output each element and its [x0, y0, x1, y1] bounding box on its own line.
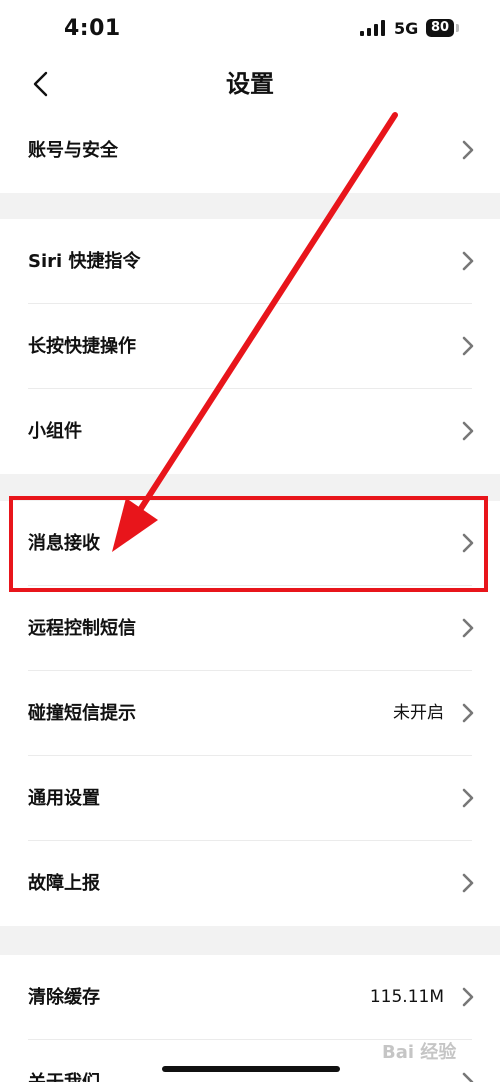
chevron-right-icon [462, 788, 474, 808]
settings-group-shortcuts: Siri 快捷指令 长按快捷操作 小组件 [0, 219, 500, 474]
settings-row-remote-control-sms[interactable]: 远程控制短信 [0, 586, 500, 671]
chevron-right-icon [462, 140, 474, 160]
row-label: 长按快捷操作 [28, 336, 136, 357]
chevron-right-icon [462, 703, 474, 723]
row-label: 关于我们 [28, 1040, 100, 1082]
chevron-right-icon [462, 987, 474, 1007]
row-label: 账号与安全 [28, 140, 118, 161]
chevron-right-icon [462, 336, 474, 356]
settings-group-messages: 消息接收 远程控制短信 碰撞短信提示 未开启 通用设置 故障上报 [0, 501, 500, 926]
battery-tip [456, 24, 459, 32]
row-label: 远程控制短信 [28, 618, 136, 639]
watermark: Bai 经验 [382, 1042, 457, 1063]
chevron-right-icon [462, 873, 474, 893]
row-label: Siri 快捷指令 [28, 251, 141, 272]
status-bar: 4:01 5G 80 [0, 0, 500, 58]
chevron-right-icon [462, 421, 474, 441]
settings-row-message-receiving[interactable]: 消息接收 [0, 501, 500, 586]
chevron-right-icon [462, 1072, 474, 1082]
battery-icon: 80 [426, 19, 454, 37]
row-label: 消息接收 [28, 533, 100, 554]
chevron-right-icon [462, 533, 474, 553]
settings-row-widgets[interactable]: 小组件 [0, 389, 500, 474]
row-label: 通用设置 [28, 788, 100, 809]
row-label: 清除缓存 [28, 987, 100, 1008]
settings-row-collision-sms-alert[interactable]: 碰撞短信提示 未开启 [0, 671, 500, 756]
signal-icon [360, 20, 386, 36]
settings-row-fault-report[interactable]: 故障上报 [0, 841, 500, 926]
chevron-right-icon [462, 251, 474, 271]
row-label: 碰撞短信提示 [28, 703, 136, 724]
settings-row-siri-shortcuts[interactable]: Siri 快捷指令 [0, 219, 500, 304]
network-label: 5G [394, 19, 419, 38]
nav-bar: 设置 [0, 58, 500, 108]
settings-row-clear-cache[interactable]: 清除缓存 115.11M [0, 955, 500, 1040]
settings-row-long-press-actions[interactable]: 长按快捷操作 [0, 304, 500, 389]
row-value: 未开启 [393, 703, 444, 723]
row-value: 115.11M [369, 987, 444, 1007]
row-label: 故障上报 [28, 873, 100, 894]
page-title: 设置 [226, 70, 274, 98]
settings-row-general-settings[interactable]: 通用设置 [0, 756, 500, 841]
chevron-right-icon [462, 618, 474, 638]
settings-row-account-security[interactable]: 账号与安全 [0, 108, 500, 193]
home-indicator[interactable] [162, 1066, 340, 1072]
chevron-left-icon[interactable] [30, 70, 54, 98]
row-label: 小组件 [28, 421, 82, 442]
settings-group-account: 账号与安全 [0, 108, 500, 193]
status-time: 4:01 [64, 16, 121, 41]
